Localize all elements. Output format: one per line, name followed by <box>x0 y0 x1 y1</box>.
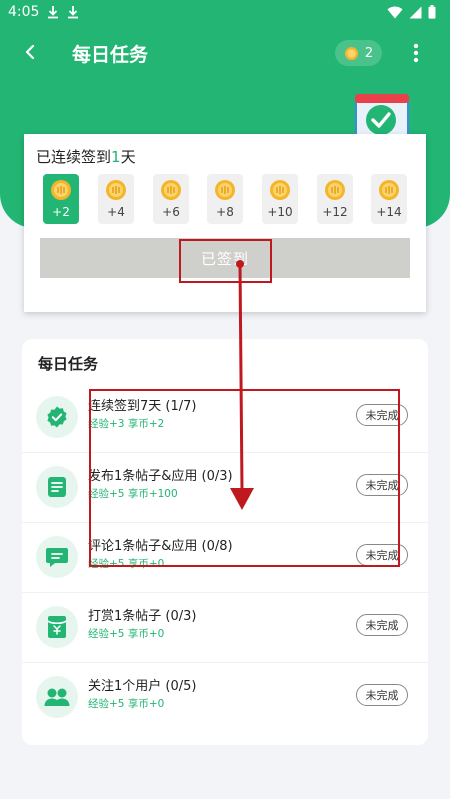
task-status-button[interactable]: 未完成 <box>356 404 408 426</box>
coin-icon <box>161 180 181 200</box>
battery-icon <box>428 5 436 19</box>
coin-icon <box>51 180 71 200</box>
task-name: 评论1条帖子&应用 (0/8) <box>88 539 233 554</box>
coin-count: 2 <box>364 45 374 61</box>
task-reward: 经验+5 享币+100 <box>88 488 178 500</box>
day-reward-7[interactable]: +14 <box>371 174 407 224</box>
coin-icon <box>344 46 358 60</box>
page-title: 每日任务 <box>72 44 149 66</box>
day-reward-label: +10 <box>267 205 293 219</box>
task-row[interactable]: 关注1个用户 (0/5) 经验+5 享币+0 未完成 <box>22 663 428 733</box>
chevron-left-icon <box>25 44 35 60</box>
task-name: 关注1个用户 (0/5) <box>88 679 197 694</box>
day-reward-label: +6 <box>162 205 180 219</box>
day-reward-label: +14 <box>376 205 402 219</box>
comment-icon <box>46 548 68 567</box>
download-icon <box>68 6 79 19</box>
download-icon <box>48 6 59 19</box>
coin-icon <box>325 180 345 200</box>
task-status-button[interactable]: 未完成 <box>356 474 408 496</box>
task-status-button[interactable]: 未完成 <box>356 614 408 636</box>
day-reward-label: +4 <box>107 205 125 219</box>
coin-icon <box>106 180 126 200</box>
task-reward: 经验+5 享币+0 <box>88 558 165 570</box>
wifi-icon <box>387 6 403 18</box>
daily-task-card: 每日任务 连续签到7天 (1/7) 经验+3 享币+2 未完成 发布1条帖子&应… <box>22 339 428 745</box>
coin-icon <box>215 180 235 200</box>
checkin-card: 已连续签到1天 +2 +4 +6 +8 +10 +12 +14 已签到 <box>24 134 426 312</box>
task-row[interactable]: 发布1条帖子&应用 (0/3) 经验+5 享币+100 未完成 <box>22 453 428 523</box>
status-bar: 4:05 <box>0 0 450 24</box>
task-row[interactable]: 连续签到7天 (1/7) 经验+3 享币+2 未完成 <box>22 383 428 453</box>
day-reward-label: +12 <box>322 205 348 219</box>
more-vertical-icon <box>413 43 419 63</box>
more-options-button[interactable] <box>404 38 428 68</box>
app-bar: 每日任务 2 <box>0 30 450 76</box>
day-reward-6[interactable]: +12 <box>317 174 353 224</box>
red-envelope-icon <box>47 616 67 638</box>
task-reward: 经验+5 享币+0 <box>88 628 165 640</box>
day-reward-label: +8 <box>216 205 234 219</box>
signed-in-label: 已签到 <box>200 249 249 268</box>
coin-icon <box>379 180 399 200</box>
signal-icon <box>409 6 422 18</box>
streak-days: 1 <box>111 148 121 166</box>
day-reward-label: +2 <box>52 205 70 219</box>
day-reward-4[interactable]: +8 <box>207 174 243 224</box>
back-button[interactable] <box>16 38 44 66</box>
task-row[interactable]: 评论1条帖子&应用 (0/8) 经验+5 享币+0 未完成 <box>22 523 428 593</box>
day-reward-2[interactable]: +4 <box>98 174 134 224</box>
coin-balance-badge[interactable]: 2 <box>335 40 382 66</box>
task-reward: 经验+5 享币+0 <box>88 698 165 710</box>
task-status-button[interactable]: 未完成 <box>356 684 408 706</box>
task-name: 发布1条帖子&应用 (0/3) <box>88 469 233 484</box>
day-reward-3[interactable]: +6 <box>153 174 189 224</box>
signed-in-button[interactable]: 已签到 <box>40 238 410 278</box>
task-name: 打赏1条帖子 (0/3) <box>88 609 197 624</box>
streak-text: 已连续签到1天 <box>36 148 136 166</box>
day-reward-1[interactable]: +2 <box>43 174 79 224</box>
badge-check-icon <box>47 406 67 428</box>
task-reward: 经验+3 享币+2 <box>88 418 165 430</box>
task-section-title: 每日任务 <box>38 355 99 373</box>
users-icon <box>44 688 70 706</box>
post-icon <box>48 477 66 497</box>
day-reward-5[interactable]: +10 <box>262 174 298 224</box>
task-name: 连续签到7天 (1/7) <box>88 399 197 414</box>
status-time: 4:05 <box>8 4 40 20</box>
coin-icon <box>270 180 290 200</box>
task-status-button[interactable]: 未完成 <box>356 544 408 566</box>
task-row[interactable]: 打赏1条帖子 (0/3) 经验+5 享币+0 未完成 <box>22 593 428 663</box>
